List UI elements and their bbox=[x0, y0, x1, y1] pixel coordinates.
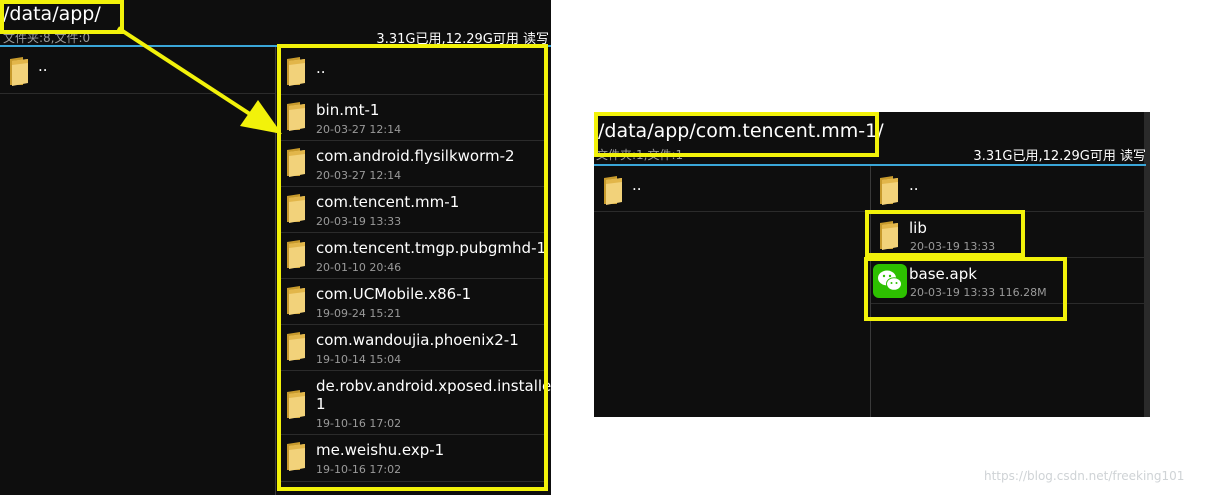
list-item-parent[interactable]: .. bbox=[871, 166, 1144, 212]
list-item-parent[interactable]: .. bbox=[594, 166, 870, 212]
storage-info: 3.31G已用,12.29G可用 读写 bbox=[973, 149, 1146, 164]
item-name: .. bbox=[632, 176, 642, 194]
folder-icon bbox=[602, 174, 624, 206]
lib-highlight-box bbox=[865, 210, 1025, 257]
apk-highlight-box bbox=[864, 257, 1067, 321]
item-name: .. bbox=[909, 176, 919, 194]
watermark: https://blog.csdn.net/freeking101 bbox=[984, 469, 1185, 483]
folder-icon bbox=[878, 174, 900, 206]
path-highlight-box bbox=[594, 112, 879, 157]
file-manager-screen-right: /data/app/com.tencent.mm-1/ 文件夹:1,文件:1 3… bbox=[594, 112, 1150, 417]
arrow-annotation bbox=[116, 26, 282, 134]
